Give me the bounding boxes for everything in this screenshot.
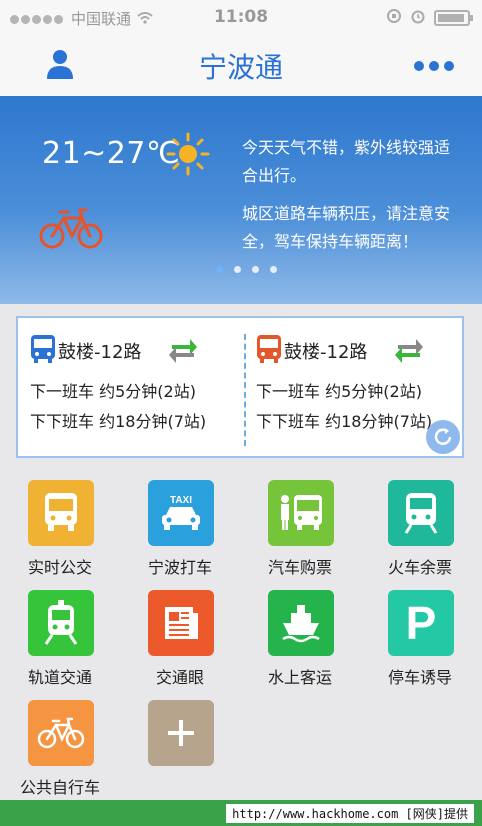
bus-icon bbox=[30, 334, 56, 368]
watermark-text: http://www.hackhome.com [网侠]提供 bbox=[226, 804, 474, 823]
sun-icon bbox=[166, 132, 210, 180]
weather-tip: 今天天气不错，紫外线较强适合出行。 bbox=[242, 138, 451, 185]
traffic-tip: 城区道路车辆积压，请注意安全，驾车保持车辆距离！ bbox=[242, 204, 451, 251]
banner-pager[interactable] bbox=[216, 266, 277, 273]
status-bar: 中国联通 11:08 bbox=[0, 0, 482, 34]
service-label: 轨道交通 bbox=[27, 668, 92, 687]
service-realtime-bus[interactable]: 实时公交 bbox=[0, 470, 120, 578]
pager-dot[interactable] bbox=[270, 266, 277, 273]
rotation-lock-icon bbox=[386, 8, 402, 28]
footer-bar: http://www.hackhome.com [网侠]提供 bbox=[0, 800, 482, 826]
service-train-tickets[interactable]: 火车余票 bbox=[360, 470, 480, 578]
service-label: 宁波打车 bbox=[147, 558, 212, 577]
next-bus: 下一班车 约5分钟(2站) bbox=[256, 382, 422, 401]
coach-ticket-icon bbox=[268, 480, 334, 546]
ship-icon bbox=[268, 590, 334, 656]
pager-dot[interactable] bbox=[252, 266, 259, 273]
bus-icon bbox=[256, 334, 282, 368]
more-icon[interactable] bbox=[414, 61, 454, 71]
add-service-button[interactable] bbox=[120, 690, 240, 798]
metro-icon bbox=[28, 590, 94, 656]
service-label: 火车余票 bbox=[387, 558, 452, 577]
battery-icon bbox=[434, 10, 473, 26]
swap-direction-icon[interactable] bbox=[394, 336, 424, 368]
status-right bbox=[386, 8, 473, 28]
bus-icon bbox=[28, 480, 94, 546]
service-label: 实时公交 bbox=[27, 558, 92, 577]
service-coach-ticket[interactable]: 汽车购票 bbox=[240, 470, 360, 578]
add-icon bbox=[148, 700, 214, 766]
service-public-bicycle[interactable]: 公共自行车 bbox=[0, 690, 120, 798]
service-label: 公共自行车 bbox=[19, 778, 100, 797]
swap-direction-icon[interactable] bbox=[168, 336, 198, 368]
alarm-icon bbox=[410, 8, 426, 28]
taxi-icon: TAXI bbox=[148, 480, 214, 546]
page-title: 宁波通 bbox=[198, 51, 283, 84]
bicycle-icon bbox=[28, 700, 94, 766]
service-water-transport[interactable]: 水上客运 bbox=[240, 580, 360, 688]
pager-dot[interactable] bbox=[234, 266, 241, 273]
service-traffic-eye[interactable]: 交通眼 bbox=[120, 580, 240, 688]
service-label: 水上客运 bbox=[267, 668, 332, 687]
newspaper-icon bbox=[148, 590, 214, 656]
service-label: 停车诱导 bbox=[387, 668, 452, 687]
bus-route-left[interactable]: 鼓楼-12路 下一班车 约5分钟(2站) 下下班车 约18分钟(7站) bbox=[18, 318, 242, 456]
nav-bar: 宁波通 bbox=[0, 34, 482, 96]
bicycle-icon bbox=[38, 206, 104, 254]
refresh-icon[interactable] bbox=[426, 420, 460, 454]
weather-banner[interactable]: 21~27℃ 今天天气不错，紫外线较强适合出行。 城区道路车辆积压，请注意安全，… bbox=[0, 96, 482, 304]
after-next-bus: 下下班车 约18分钟(7站) bbox=[30, 412, 207, 431]
after-next-bus: 下下班车 约18分钟(7站) bbox=[256, 412, 433, 431]
next-bus: 下一班车 约5分钟(2站) bbox=[30, 382, 196, 401]
parking-icon: P bbox=[388, 590, 454, 656]
train-icon bbox=[388, 480, 454, 546]
temperature: 21~27℃ bbox=[42, 136, 181, 171]
parking-badge: P bbox=[405, 597, 437, 649]
service-label: 交通眼 bbox=[155, 668, 204, 687]
service-label: 汽车购票 bbox=[267, 558, 332, 577]
taxi-badge: TAXI bbox=[170, 495, 192, 506]
route-name: 鼓楼-12路 bbox=[284, 342, 368, 363]
bus-arrival-card[interactable]: 鼓楼-12路 下一班车 约5分钟(2站) 下下班车 约18分钟(7站) 鼓楼-1… bbox=[16, 316, 464, 458]
service-metro[interactable]: 轨道交通 bbox=[0, 580, 120, 688]
pager-dot[interactable] bbox=[216, 266, 223, 273]
service-parking-guide[interactable]: P 停车诱导 bbox=[360, 580, 480, 688]
route-name: 鼓楼-12路 bbox=[58, 342, 142, 363]
service-taxi[interactable]: TAXI 宁波打车 bbox=[120, 470, 240, 578]
